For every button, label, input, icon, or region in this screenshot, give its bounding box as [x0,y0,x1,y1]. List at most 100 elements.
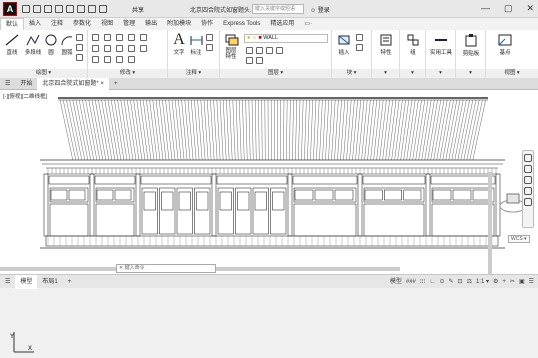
circle-tool[interactable]: 圆 [44,34,58,56]
erase-icon[interactable] [140,34,147,41]
tab-parametric[interactable]: 参数化 [68,18,96,30]
minimize-button[interactable]: — [481,3,490,14]
tab-view[interactable]: 视图 [96,18,118,30]
properties-panel-title[interactable]: ▾ [372,69,399,78]
snap-button[interactable]: ⁝⁝⁝ [420,277,426,287]
vertical-scrollbar[interactable] [488,172,492,274]
layer-dropdown[interactable]: ● ☼ ■ WALL [244,34,328,43]
new-icon[interactable] [22,5,30,13]
close-tab-icon[interactable]: × [100,81,104,87]
tab-output[interactable]: 输出 [140,18,162,30]
utilities-panel-title[interactable]: ▾ [426,69,455,78]
rotate-icon[interactable] [104,34,111,41]
array-icon[interactable] [116,56,123,63]
layer-freeze-icon[interactable] [266,47,273,54]
move-icon[interactable] [92,34,99,41]
arc-tool[interactable]: 圆弧 [60,34,74,56]
command-line[interactable]: ✕ 键入命令 [116,264,216,273]
trim-icon[interactable] [116,34,123,41]
clipboard-panel-title[interactable]: ▾ [456,69,485,78]
offset-icon[interactable] [140,45,147,52]
tab-drawing[interactable]: 北京四合院式如窗题* × [37,78,109,90]
copy-icon[interactable] [92,45,99,52]
layers-panel-title[interactable]: 图层 ▾ [220,69,331,78]
rectangle-icon[interactable] [76,34,83,41]
explode-icon[interactable] [128,45,135,52]
tab-layout1[interactable]: 布局1 [37,275,62,289]
tab-default[interactable]: 默认 [0,18,24,31]
customize-icon[interactable]: ☰ [529,277,534,287]
view-panel-title[interactable]: 视图 ▾ [486,69,538,78]
tab-model[interactable]: 模型 [15,275,37,289]
open-icon[interactable] [33,5,41,13]
add-tab-button[interactable]: + [109,78,123,90]
fillet-icon[interactable] [116,45,123,52]
line-tool[interactable]: 直线 [3,34,21,56]
stretch-icon[interactable] [92,56,99,63]
group-tool[interactable]: 组 [404,34,422,56]
groups-panel-title[interactable]: ▾ [400,69,425,78]
tab-collaborate[interactable]: 协作 [196,18,218,30]
properties-tool[interactable]: 特性 [376,34,396,56]
wcs-menu[interactable]: WCS ▾ [508,235,530,243]
undo-icon[interactable] [88,5,96,13]
tab-annotate[interactable]: 注释 [46,18,68,30]
tab-start[interactable]: 开始 [15,78,37,90]
fullscreen-icon[interactable]: ▣ [519,277,525,287]
save-as-icon[interactable] [55,5,63,13]
join-icon[interactable] [128,56,135,63]
model-space-button[interactable]: 模型 [390,277,402,287]
tab-express-tools[interactable]: Express Tools [218,18,265,30]
app-logo-icon[interactable]: A [3,2,17,16]
drawing-canvas[interactable]: [-][俯视][二维线框] WCS ▾ YX [0,90,538,274]
isolate-icon[interactable]: ✂ [510,277,515,287]
table-icon[interactable] [206,44,213,51]
share-label[interactable]: 共享 [132,5,144,14]
plot-icon[interactable] [77,5,85,13]
create-block-icon[interactable] [356,34,363,41]
osnap-icon[interactable]: ✎ [449,277,454,287]
base-point-tool[interactable]: 基点 [494,34,516,56]
mirror-icon[interactable] [104,45,111,52]
block-panel-title[interactable]: 块 ▾ [332,69,371,78]
text-tool[interactable]: A 文字 [171,32,187,56]
save-icon[interactable] [44,5,52,13]
polyline-tool[interactable]: 多段线 [22,34,44,56]
clipboard-tool[interactable]: 剪贴板 [459,34,483,57]
grid-button[interactable]: ### [406,277,416,287]
scale-icon[interactable] [104,56,111,63]
redo-icon[interactable] [99,5,107,13]
plus-icon[interactable]: + [502,277,506,287]
layer-lock-icon[interactable] [276,47,283,54]
ortho-icon[interactable]: ∟ [430,277,436,287]
dimension-tool[interactable]: 标注 [188,34,204,56]
annotation-scale-icon[interactable]: ⚖ [467,277,472,287]
utilities-tool[interactable]: 实用工具 [428,34,454,56]
add-layout-button[interactable]: + [63,275,77,289]
extend-icon[interactable] [128,34,135,41]
scale-dropdown[interactable]: 1:1 ▾ [476,277,489,287]
tab-featured-apps[interactable]: 精选应用 [265,18,299,30]
tab-more[interactable]: ▭· [299,18,317,30]
steering-wheel-icon[interactable] [524,154,532,162]
make-current-icon[interactable] [246,57,253,64]
boundary-icon[interactable] [76,54,83,61]
leader-icon[interactable] [206,34,213,41]
orbit-icon[interactable] [524,187,532,195]
login-button[interactable]: ☺ 登录 [310,5,330,14]
polar-icon[interactable]: ⊙ [439,277,444,287]
settings-icon[interactable]: ⚙ [493,277,498,287]
layout-menu-icon[interactable]: ☰ [0,275,15,289]
match-layer-icon[interactable] [256,57,263,64]
tab-addins[interactable]: 附加模块 [162,18,196,30]
search-input[interactable]: 键入关键字或短语 [252,4,304,14]
web-icon[interactable] [66,5,74,13]
annotation-panel-title[interactable]: 注释 ▾ [168,69,219,78]
tab-insert[interactable]: 插入 [24,18,46,30]
insert-tool[interactable]: 插入 [335,34,353,56]
zoom-icon[interactable] [524,176,532,184]
layer-off-icon[interactable] [246,47,253,54]
layer-isolate-icon[interactable] [256,47,263,54]
edit-block-icon[interactable] [356,44,363,51]
tab-manage[interactable]: 管理 [118,18,140,30]
